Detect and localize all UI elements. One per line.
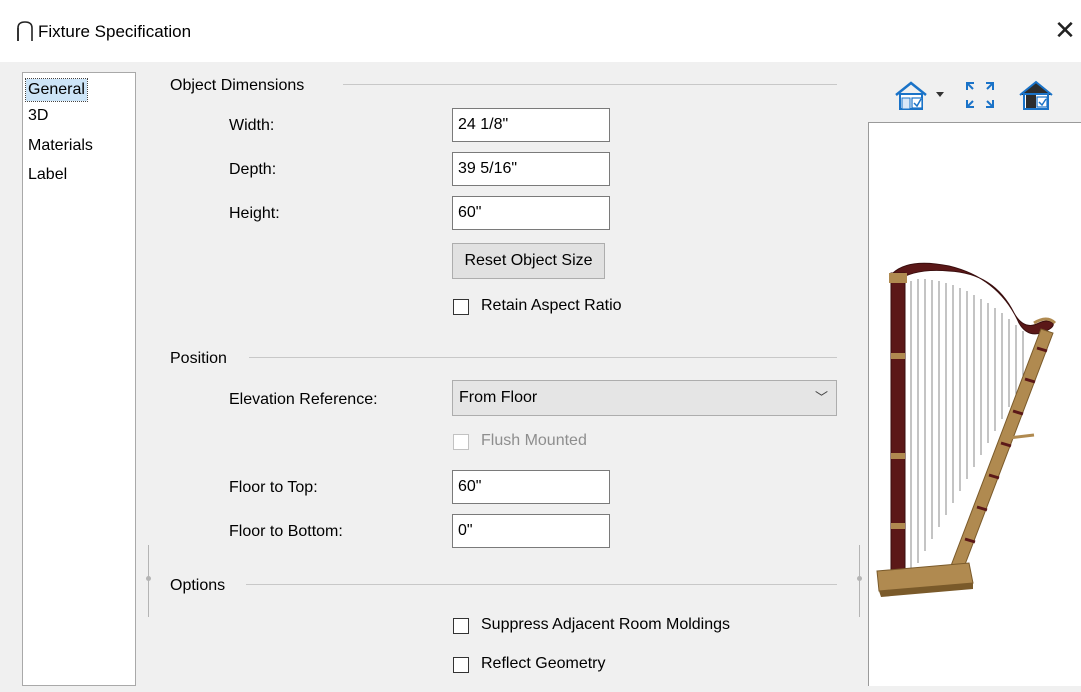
view-type-dropdown-button[interactable] (893, 78, 951, 112)
close-icon: ✕ (1054, 15, 1076, 45)
preview-options-button[interactable] (1016, 78, 1056, 112)
preview-options-icon (1019, 80, 1053, 110)
depth-input[interactable]: 39 5/16" (452, 152, 610, 186)
house-view-icon (895, 81, 944, 110)
nav-item-general[interactable]: General (25, 78, 88, 102)
elevation-reference-label: Elevation Reference: (229, 391, 378, 408)
floor-to-bottom-label: Floor to Bottom: (229, 523, 343, 540)
nav-item-label[interactable]: Label (26, 164, 69, 186)
elevation-reference-select[interactable]: From Floor ﹀ (452, 380, 837, 416)
suppress-moldings-label: Suppress Adjacent Room Moldings (481, 616, 731, 633)
flush-mounted-label: Flush Mounted (481, 432, 587, 449)
fit-to-window-button[interactable] (962, 78, 998, 112)
left-splitter-grip[interactable] (146, 576, 151, 581)
close-button[interactable]: ✕ (1049, 10, 1081, 50)
checkbox-box[interactable] (453, 657, 469, 673)
window-title: Fixture Specification (38, 22, 192, 41)
floor-to-top-input[interactable]: 60" (452, 470, 610, 504)
section-divider (343, 84, 837, 85)
height-input[interactable]: 60" (452, 196, 610, 230)
right-splitter-grip[interactable] (857, 576, 862, 581)
3d-preview-pane[interactable] (868, 122, 1081, 686)
left-splitter[interactable] (148, 545, 149, 617)
nav-item-3d[interactable]: 3D (26, 105, 50, 127)
floor-to-bottom-input[interactable]: 0" (452, 514, 610, 548)
chevron-down-icon: ﹀ (814, 390, 828, 405)
title-bar: Fixture Specification ✕ (0, 0, 1081, 62)
checkbox-box[interactable] (453, 618, 469, 634)
reflect-geometry-label: Reflect Geometry (481, 655, 606, 672)
right-splitter[interactable] (859, 545, 860, 617)
checkbox-box[interactable] (453, 299, 469, 315)
floor-to-top-label: Floor to Top: (229, 479, 318, 496)
fit-to-window-icon (966, 82, 994, 108)
depth-label: Depth: (229, 161, 277, 178)
category-list: General 3D Materials Label (22, 72, 136, 686)
section-position: Position (170, 350, 227, 367)
height-label: Height: (229, 205, 280, 222)
width-label: Width: (229, 117, 275, 134)
section-divider (249, 357, 837, 358)
section-object-dimensions: Object Dimensions (170, 77, 305, 94)
retain-aspect-ratio-label: Retain Aspect Ratio (481, 297, 622, 314)
harp-preview-image (876, 262, 1057, 597)
elevation-reference-value: From Floor (459, 389, 538, 406)
checkbox-box (453, 434, 469, 450)
section-options: Options (170, 577, 226, 594)
arch-icon (17, 21, 33, 41)
width-input[interactable]: 24 1/8" (452, 108, 610, 142)
nav-item-materials[interactable]: Materials (26, 135, 95, 157)
section-divider (246, 584, 837, 585)
reset-object-size-button[interactable]: Reset Object Size (452, 243, 605, 279)
